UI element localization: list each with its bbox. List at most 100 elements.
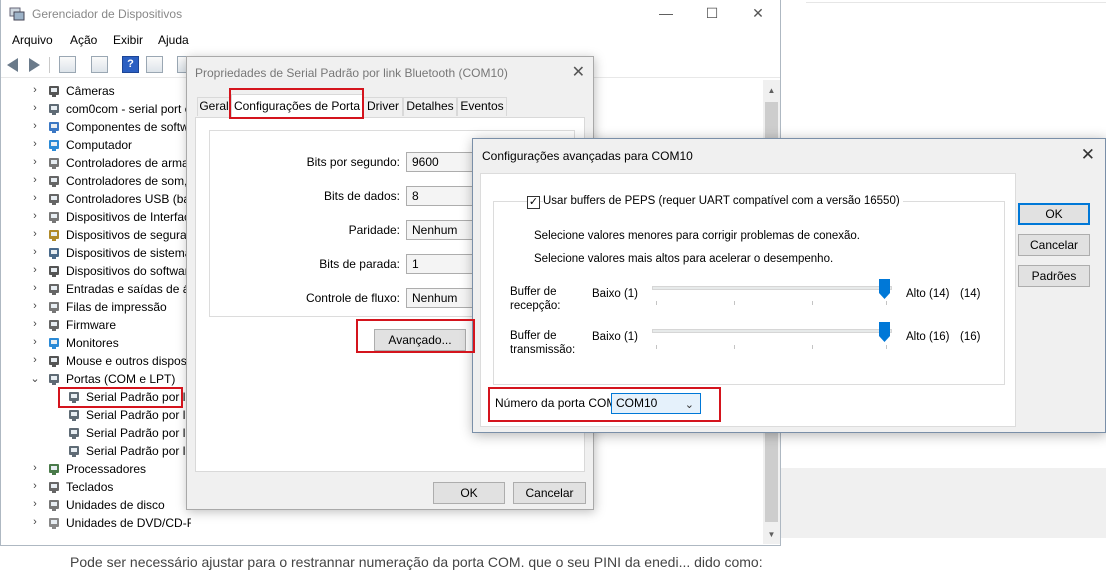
chevron-right-icon[interactable]: › bbox=[29, 102, 41, 114]
chevron-right-icon[interactable]: › bbox=[29, 354, 41, 366]
tree-category-item[interactable]: › com0com - serial port e bbox=[1, 100, 191, 118]
minimize-button[interactable]: — bbox=[643, 2, 689, 26]
advanced-ok-button[interactable]: OK bbox=[1018, 203, 1090, 225]
tree-category-item[interactable]: › Dispositivos do softwar bbox=[1, 262, 191, 280]
tree-category-item[interactable]: › Filas de impressão bbox=[1, 298, 191, 316]
properties-icon[interactable] bbox=[59, 56, 76, 73]
tree-item-label: Dispositivos de segurar bbox=[66, 228, 191, 242]
view-icon[interactable] bbox=[91, 56, 108, 73]
receive-buffer-slider-thumb[interactable] bbox=[879, 279, 890, 299]
tab-eventos[interactable]: Eventos bbox=[457, 97, 507, 116]
chevron-right-icon[interactable]: › bbox=[29, 120, 41, 132]
properties-ok-button[interactable]: OK bbox=[433, 482, 505, 504]
properties-cancel-button[interactable]: Cancelar bbox=[513, 482, 586, 504]
chevron-right-icon[interactable]: › bbox=[29, 210, 41, 222]
chevron-right-icon[interactable]: › bbox=[29, 318, 41, 330]
back-arrow-icon[interactable] bbox=[7, 58, 18, 72]
chevron-right-icon[interactable]: › bbox=[29, 84, 41, 96]
chevron-right-icon[interactable]: › bbox=[29, 480, 41, 492]
chevron-right-icon[interactable]: › bbox=[29, 156, 41, 168]
stop-bits-label: Bits de parada: bbox=[319, 257, 400, 271]
tree-category-item[interactable]: › Controladores USB (bar bbox=[1, 190, 191, 208]
help-icon[interactable]: ? bbox=[122, 56, 139, 73]
tree-category-item[interactable]: › Unidades de DVD/CD-ROM bbox=[1, 514, 191, 532]
title-bar: Gerenciador de Dispositivos — ☐ ✕ bbox=[1, 0, 780, 29]
tree-item-label: Serial Padrão por lir bbox=[86, 444, 191, 458]
maximize-button[interactable]: ☐ bbox=[689, 2, 735, 26]
tree-category-item[interactable]: › Monitores bbox=[1, 334, 191, 352]
tree-category-item[interactable]: › Unidades de disco bbox=[1, 496, 191, 514]
tree-item-label: Serial Padrão por li bbox=[86, 390, 189, 404]
tab-geral[interactable]: Geral bbox=[197, 97, 231, 116]
transmit-buffer-slider[interactable] bbox=[652, 329, 892, 333]
transmit-buffer-low-label: Baixo (1) bbox=[592, 331, 639, 343]
list-view-icon[interactable] bbox=[146, 56, 163, 73]
advanced-close-icon[interactable]: ✕ bbox=[1081, 145, 1095, 165]
tree-category-item[interactable]: › Mouse e outros disposi bbox=[1, 352, 191, 370]
storage-icon bbox=[47, 156, 61, 170]
chevron-right-icon[interactable]: › bbox=[29, 264, 41, 276]
close-button[interactable]: ✕ bbox=[735, 2, 781, 26]
menu-ajuda[interactable]: Ajuda bbox=[158, 33, 189, 47]
menu-acao[interactable]: Ação bbox=[70, 33, 97, 47]
tree-category-item[interactable]: › Controladores de arma bbox=[1, 154, 191, 172]
menu-exibir[interactable]: Exibir bbox=[113, 33, 143, 47]
chevron-right-icon[interactable]: › bbox=[29, 300, 41, 312]
chevron-right-icon[interactable]: › bbox=[29, 138, 41, 150]
chevron-down-icon[interactable]: ⌄ bbox=[29, 372, 41, 385]
scroll-down-icon[interactable]: ▼ bbox=[763, 526, 780, 543]
tab-detalhes[interactable]: Detalhes bbox=[403, 97, 457, 116]
menu-arquivo[interactable]: Arquivo bbox=[12, 33, 53, 47]
transmit-buffer-slider-thumb[interactable] bbox=[879, 322, 890, 342]
tree-category-item[interactable]: › Computador bbox=[1, 136, 191, 154]
use-fifo-checkbox[interactable]: ✓ bbox=[527, 196, 540, 209]
port-icon bbox=[67, 390, 81, 404]
tree-child-item[interactable]: Serial Padrão por lir bbox=[1, 424, 191, 442]
scroll-up-icon[interactable]: ▲ bbox=[763, 82, 780, 99]
chevron-right-icon[interactable]: › bbox=[29, 192, 41, 204]
forward-arrow-icon[interactable] bbox=[29, 58, 40, 72]
receive-buffer-slider[interactable] bbox=[652, 286, 892, 290]
properties-close-icon[interactable]: ✕ bbox=[572, 62, 585, 82]
com-port-value: COM10 bbox=[616, 396, 658, 410]
tree-item-label: Controladores de arma bbox=[66, 156, 189, 170]
tree-category-item[interactable]: ⌄ Portas (COM e LPT) bbox=[1, 370, 191, 388]
chevron-right-icon[interactable]: › bbox=[29, 498, 41, 510]
port-icon bbox=[67, 408, 81, 422]
tree-category-item[interactable]: › Componentes de softw bbox=[1, 118, 191, 136]
advanced-cancel-button[interactable]: Cancelar bbox=[1018, 234, 1090, 256]
chevron-right-icon[interactable]: › bbox=[29, 174, 41, 186]
chevron-right-icon[interactable]: › bbox=[29, 336, 41, 348]
tree-child-item[interactable]: Serial Padrão por li bbox=[1, 388, 191, 406]
com-port-select[interactable]: COM10 ⌄ bbox=[611, 393, 701, 414]
chevron-right-icon[interactable]: › bbox=[29, 246, 41, 258]
slider-tick bbox=[734, 345, 735, 349]
security-icon bbox=[47, 228, 61, 242]
tree-category-item[interactable]: › Dispositivos de Interfac bbox=[1, 208, 191, 226]
tree-category-item[interactable]: › Controladores de som, bbox=[1, 172, 191, 190]
advanced-settings-dialog: Configurações avançadas para COM10 ✕ ✓ U… bbox=[472, 138, 1106, 433]
advanced-button[interactable]: Avançado... bbox=[374, 329, 466, 351]
tree-child-item[interactable]: Serial Padrão por lir bbox=[1, 406, 191, 424]
tree-item-label: Portas (COM e LPT) bbox=[66, 372, 176, 386]
advanced-defaults-button[interactable]: Padrões bbox=[1018, 265, 1090, 287]
chevron-right-icon[interactable]: › bbox=[29, 228, 41, 240]
tree-category-item[interactable]: › Teclados bbox=[1, 478, 191, 496]
tree-category-item[interactable]: › Processadores bbox=[1, 460, 191, 478]
chevron-right-icon[interactable]: › bbox=[29, 282, 41, 294]
tab-driver[interactable]: Driver bbox=[363, 97, 403, 116]
tree-category-item[interactable]: › Firmware bbox=[1, 316, 191, 334]
data-bits-label: Bits de dados: bbox=[323, 189, 400, 203]
tab-configuracoes-de-porta[interactable]: Configurações de Porta bbox=[231, 94, 363, 118]
tree-child-item[interactable]: Serial Padrão por lir bbox=[1, 442, 191, 460]
tree-category-item[interactable]: › Dispositivos de sistema bbox=[1, 244, 191, 262]
tree-category-item[interactable]: › Dispositivos de segurar bbox=[1, 226, 191, 244]
tree-item-label: Serial Padrão por lir bbox=[86, 408, 191, 422]
chevron-right-icon[interactable]: › bbox=[29, 516, 41, 528]
camera-icon bbox=[47, 84, 61, 98]
chevron-right-icon[interactable]: › bbox=[29, 462, 41, 474]
com-port-label: Número da porta COM: bbox=[495, 396, 620, 410]
device-manager-icon bbox=[9, 7, 25, 21]
tree-category-item[interactable]: › Entradas e saídas de áu bbox=[1, 280, 191, 298]
tree-category-item[interactable]: › Câmeras bbox=[1, 82, 191, 100]
